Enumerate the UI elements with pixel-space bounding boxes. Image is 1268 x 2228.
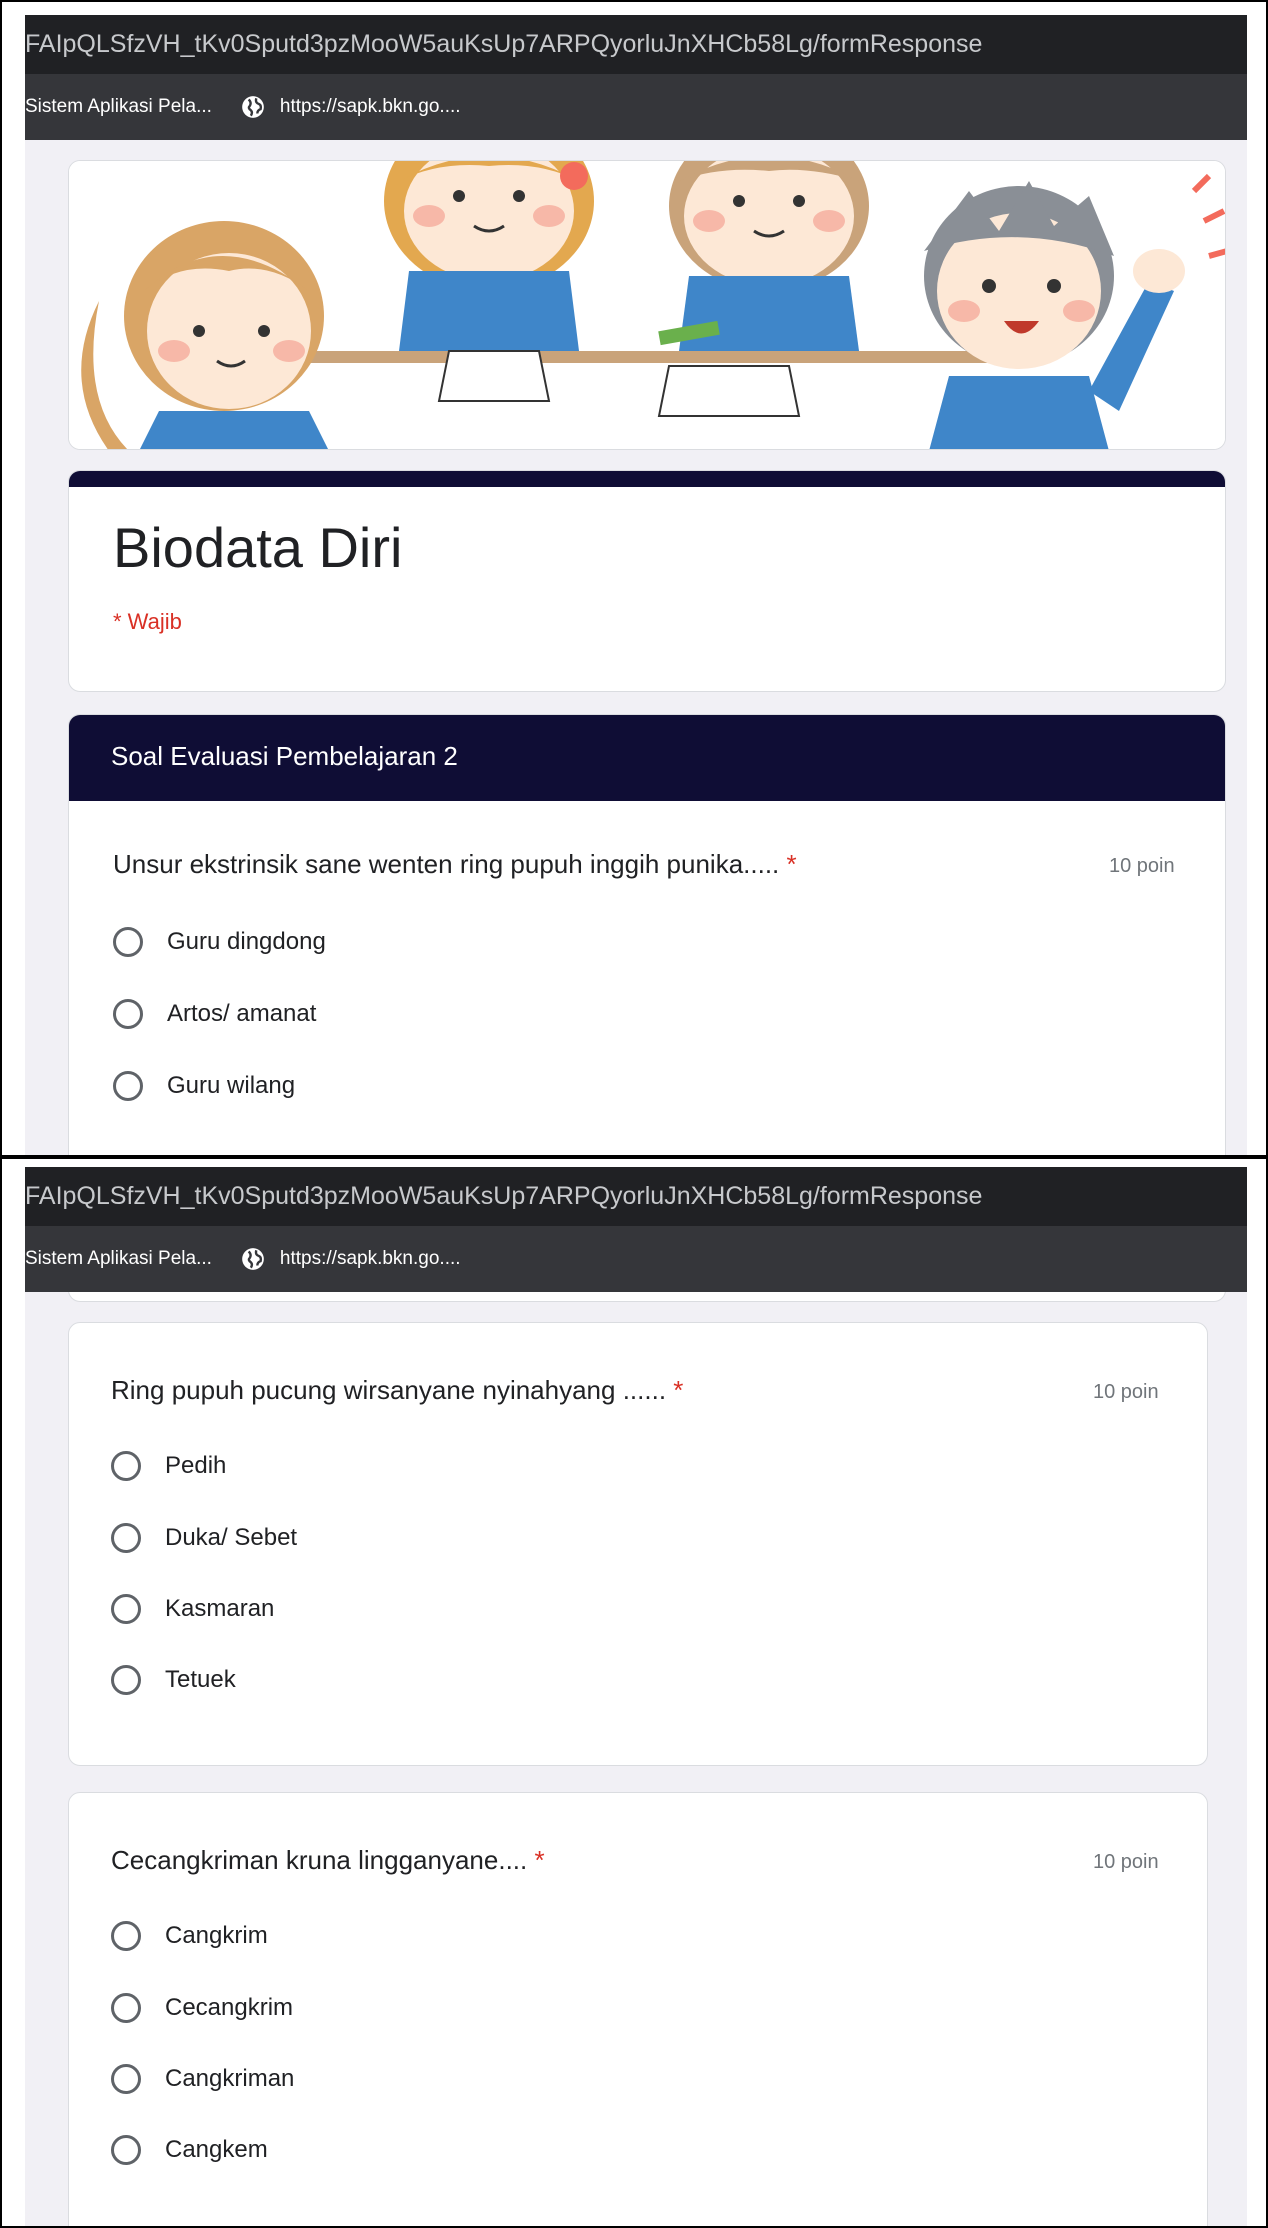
option-item[interactable]: Cangkem: [111, 2135, 268, 2165]
form-page: Biodata Diri * Wajib Soal Evaluasi Pembe…: [25, 140, 1247, 1155]
required-asterisk: *: [786, 849, 797, 879]
question-title: Unsur ekstrinsik sane wenten ring pupuh …: [113, 849, 797, 880]
address-bar[interactable]: FAIpQLSfzVH_tKv0Sputd3pzMooW5auKsUp7ARPQ…: [25, 15, 1247, 74]
option-label: Kasmaran: [165, 1595, 275, 1622]
radio-button[interactable]: [111, 1665, 141, 1695]
option-item[interactable]: Pedih: [111, 1451, 226, 1481]
option-item[interactable]: Kasmaran: [111, 1594, 274, 1624]
bookmark-label: https://sapk.bkn.go....: [279, 96, 461, 117]
option-label: Pedih: [165, 1452, 227, 1479]
option-label: Guru dingdong: [167, 928, 326, 955]
radio-button[interactable]: [111, 1523, 141, 1553]
question-text: Unsur ekstrinsik sane wenten ring pupuh …: [113, 849, 787, 879]
question-points: 10 poin: [1109, 855, 1175, 877]
required-asterisk: *: [673, 1375, 684, 1405]
screenshot-panel-top: FAIpQLSfzVH_tKv0Sputd3pzMooW5auKsUp7ARPQ…: [0, 0, 1268, 1157]
section-header: Soal Evaluasi Pembelajaran 2: [69, 715, 1225, 801]
address-bar[interactable]: FAIpQLSfzVH_tKv0Sputd3pzMooW5auKsUp7ARPQ…: [25, 1167, 1247, 1226]
globe-icon: [242, 96, 264, 118]
question-title: Ring pupuh pucung wirsanyane nyinahyang …: [111, 1375, 683, 1406]
address-url: FAIpQLSfzVH_tKv0Sputd3pzMooW5auKsUp7ARPQ…: [25, 30, 983, 58]
radio-button[interactable]: [111, 1993, 141, 2023]
form-title: Biodata Diri: [113, 516, 403, 579]
form-page: Ring pupuh pucung wirsanyane nyinahyang …: [25, 1292, 1247, 2226]
option-label: Cangkrim: [165, 1922, 268, 1949]
option-label: Duka/ Sebet: [165, 1524, 298, 1551]
radio-button[interactable]: [113, 927, 143, 957]
title-accent-bar: [69, 471, 1225, 487]
option-label: Guru wilang: [167, 1072, 296, 1099]
option-item[interactable]: Tetuek: [111, 1665, 236, 1695]
option-item[interactable]: Duka/ Sebet: [111, 1523, 297, 1553]
radio-button[interactable]: [111, 2135, 141, 2165]
radio-button[interactable]: [111, 1451, 141, 1481]
bookmark-label: Sistem Aplikasi Pela...: [25, 1248, 212, 1269]
option-item[interactable]: Cangkrim: [111, 1921, 268, 1951]
screenshot-panel-bottom: FAIpQLSfzVH_tKv0Sputd3pzMooW5auKsUp7ARPQ…: [0, 1157, 1268, 2228]
question-text: Ring pupuh pucung wirsanyane nyinahyang …: [111, 1375, 674, 1405]
question-card-3: Cecangkriman kruna lingganyane.... * 10 …: [68, 1792, 1208, 2226]
option-label: Cecangkrim: [165, 1994, 294, 2021]
bookmark-sapk-app[interactable]: Sistem Aplikasi Pela...: [25, 1248, 212, 1270]
radio-button[interactable]: [111, 2064, 141, 2094]
question-title: Cecangkriman kruna lingganyane.... *: [111, 1845, 545, 1876]
globe-icon: [242, 1248, 264, 1270]
option-item[interactable]: Guru dingdong: [113, 927, 326, 957]
question-card-1: Soal Evaluasi Pembelajaran 2 Unsur ekstr…: [68, 714, 1226, 1155]
option-item[interactable]: Cecangkrim: [111, 1993, 293, 2023]
radio-button[interactable]: [111, 1594, 141, 1624]
previous-card-bottom: [68, 1292, 1226, 1302]
bookmarks-bar: Sistem Aplikasi Pela... https://sapk.bkn…: [25, 74, 1247, 140]
question-card-2: Ring pupuh pucung wirsanyane nyinahyang …: [68, 1322, 1208, 1766]
option-label: Tetuek: [165, 1666, 236, 1693]
option-label: Cangkriman: [165, 2065, 295, 2092]
option-item[interactable]: Artos/ amanat: [113, 999, 316, 1029]
radio-button[interactable]: [111, 1921, 141, 1951]
form-title-card: Biodata Diri * Wajib: [68, 470, 1226, 692]
bookmarks-bar: Sistem Aplikasi Pela... https://sapk.bkn…: [25, 1226, 1247, 1292]
question-points: 10 poin: [1093, 1381, 1159, 1403]
radio-button[interactable]: [113, 999, 143, 1029]
question-points: 10 poin: [1093, 1851, 1159, 1873]
option-label: Cangkem: [165, 2136, 268, 2163]
bookmark-sapk-url[interactable]: https://sapk.bkn.go....: [240, 1246, 461, 1272]
bookmark-label: Sistem Aplikasi Pela...: [25, 96, 212, 117]
bookmark-sapk-app[interactable]: Sistem Aplikasi Pela...: [25, 96, 212, 118]
bookmark-label: https://sapk.bkn.go....: [279, 1248, 461, 1269]
radio-button[interactable]: [113, 1071, 143, 1101]
address-url: FAIpQLSfzVH_tKv0Sputd3pzMooW5auKsUp7ARPQ…: [25, 1182, 983, 1210]
section-title: Soal Evaluasi Pembelajaran 2: [111, 741, 458, 771]
question-text: Cecangkriman kruna lingganyane....: [111, 1845, 535, 1875]
bookmark-sapk-url[interactable]: https://sapk.bkn.go....: [240, 94, 461, 120]
option-item[interactable]: Guru wilang: [113, 1071, 295, 1101]
students-illustration: [69, 161, 1225, 449]
header-image: [68, 160, 1226, 450]
option-label: Artos/ amanat: [167, 1000, 317, 1027]
required-asterisk: *: [534, 1845, 545, 1875]
required-note: * Wajib: [113, 609, 182, 634]
option-item[interactable]: Cangkriman: [111, 2064, 294, 2094]
